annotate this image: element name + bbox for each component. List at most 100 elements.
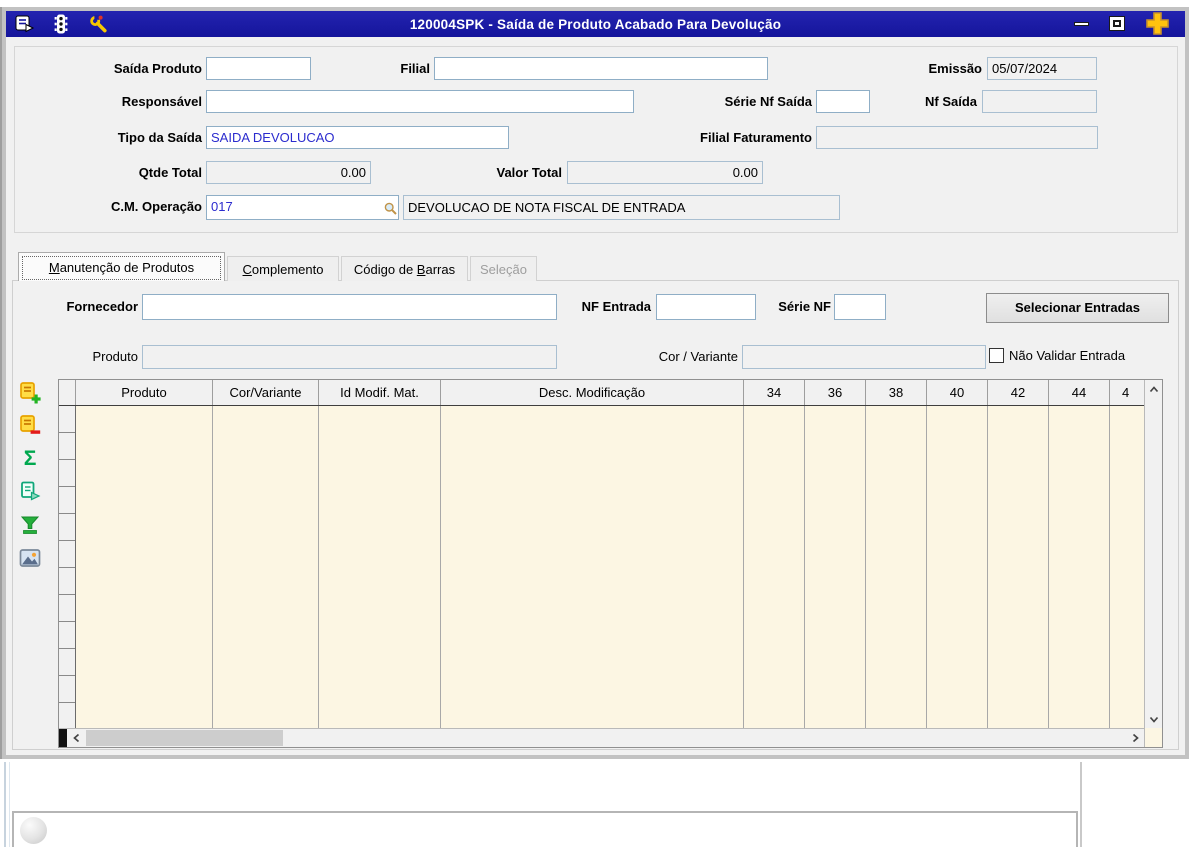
serie-nf-input[interactable]: [834, 294, 886, 320]
valor-total-field: 0.00: [567, 161, 763, 184]
screen: { "window": { "title": "120004SPK - Saíd…: [0, 0, 1199, 847]
row-selector-cell: [59, 460, 75, 487]
tipo-saida-label: Tipo da Saída: [32, 126, 202, 150]
saida-produto-label: Saída Produto: [32, 57, 202, 81]
copy-run-icon[interactable]: [17, 480, 43, 504]
scroll-left-arrow[interactable]: [68, 729, 85, 747]
tab-selecao: Seleção: [470, 256, 537, 281]
responsavel-input[interactable]: [206, 90, 634, 113]
grid-column-separator: [865, 406, 866, 728]
cor-variante-field: [742, 345, 986, 369]
nf-saida-field: [982, 90, 1097, 113]
scrollbar-corner: [1144, 728, 1162, 747]
row-selector-cell: [59, 568, 75, 595]
tab-strip: Manutenção de ProdutosComplementoCódigo …: [18, 252, 539, 281]
maximize-button[interactable]: [1109, 16, 1125, 31]
grid-header: ProdutoCor/VarianteId Modif. Mat.Desc. M…: [59, 380, 1145, 406]
fornecedor-input[interactable]: [142, 294, 557, 320]
grid-column-separator: [926, 406, 927, 728]
background-message-panel: [11, 764, 1080, 808]
saida-produto-input[interactable]: [206, 57, 311, 80]
tab-complemento[interactable]: Complemento: [227, 256, 339, 281]
column-header-40[interactable]: 40: [927, 380, 988, 405]
background-window-border: [4, 762, 6, 847]
grid-column-separator: [1048, 406, 1049, 728]
column-header-cor-variante[interactable]: Cor/Variante: [213, 380, 319, 405]
wrench-icon[interactable]: [88, 14, 110, 34]
cor-variante-label: Cor / Variante: [638, 345, 738, 369]
products-grid: ProdutoCor/VarianteId Modif. Mat.Desc. M…: [58, 379, 1163, 748]
scroll-down-arrow[interactable]: [1145, 710, 1162, 727]
cm-operacao-description-field: DEVOLUCAO DE NOTA FISCAL DE ENTRADA: [403, 195, 840, 220]
grid-column-separator: [212, 406, 213, 728]
nf-entrada-label: NF Entrada: [551, 294, 651, 320]
grid-column-separator: [804, 406, 805, 728]
fornecedor-label: Fornecedor: [13, 294, 138, 320]
grid-column-separator: [743, 406, 744, 728]
grid-column-separator: [440, 406, 441, 728]
valor-total-label: Valor Total: [462, 161, 562, 185]
maximize-icon: [1113, 20, 1121, 27]
horizontal-scrollbar[interactable]: [59, 728, 1145, 747]
add-row-icon[interactable]: [17, 381, 43, 405]
tab-label: Seleção: [480, 262, 527, 277]
cm-operacao-lookup-icon[interactable]: [384, 200, 397, 220]
column-header-partial[interactable]: 4: [1110, 380, 1146, 405]
scroll-right-arrow[interactable]: [1126, 729, 1143, 747]
horizontal-scroll-thumb[interactable]: [86, 730, 283, 746]
grid-column-separator: [987, 406, 988, 728]
filial-combobox[interactable]: [434, 57, 768, 80]
row-selector-cell: [59, 703, 75, 728]
column-header-44[interactable]: 44: [1049, 380, 1110, 405]
app-window: 120004SPK - Saída de Produto Acabado Par…: [2, 7, 1189, 759]
background-panel-divider: [1080, 762, 1082, 847]
grid-splitter-handle[interactable]: [59, 729, 67, 747]
produto-field: [142, 345, 557, 369]
filter-funnel-icon[interactable]: [17, 513, 43, 537]
column-header-36[interactable]: 36: [805, 380, 866, 405]
row-selector-cell: [59, 487, 75, 514]
serie-nf-label: Série NF: [731, 294, 831, 320]
cm-operacao-label: C.M. Operação: [32, 195, 202, 219]
column-header-produto[interactable]: Produto: [76, 380, 213, 405]
serie-nf-saida-input[interactable]: [816, 90, 870, 113]
column-header-42[interactable]: 42: [988, 380, 1049, 405]
row-selector-cell: [59, 433, 75, 460]
scroll-up-arrow[interactable]: [1145, 381, 1162, 398]
plus-button[interactable]: [1143, 11, 1173, 40]
row-selector-cell: [59, 541, 75, 568]
vertical-scrollbar[interactable]: [1144, 380, 1162, 728]
traffic-light-icon[interactable]: [50, 14, 72, 34]
column-header-id-modif-mat[interactable]: Id Modif. Mat.: [319, 380, 441, 405]
filial-label: Filial: [330, 57, 430, 81]
responsavel-label: Responsável: [32, 90, 202, 114]
titlebar[interactable]: 120004SPK - Saída de Produto Acabado Par…: [6, 11, 1185, 37]
remove-row-icon[interactable]: [17, 414, 43, 438]
cm-operacao-value: 017: [211, 199, 233, 214]
form-arrow-icon[interactable]: [14, 14, 36, 34]
cm-operacao-input[interactable]: 017: [206, 195, 399, 220]
grid-side-toolbar: Σ: [17, 381, 53, 570]
status-led-sphere: [20, 817, 47, 844]
tipo-saida-combobox[interactable]: SAIDA DEVOLUCAO: [206, 126, 509, 149]
filial-faturamento-label: Filial Faturamento: [662, 126, 812, 150]
nao-validar-entrada-label: Não Validar Entrada: [1009, 348, 1125, 364]
background-status-panel: [12, 811, 1078, 847]
sum-icon[interactable]: Σ: [17, 447, 43, 471]
grid-body[interactable]: [59, 406, 1145, 728]
tab-manutencao-de-produtos[interactable]: Manutenção de Produtos: [18, 252, 225, 281]
grid-column-separator: [1109, 406, 1110, 728]
background-window-border-inner: [9, 762, 10, 847]
tab-codigo-de-barras[interactable]: Código de Barras: [341, 256, 468, 281]
produto-label: Produto: [13, 345, 138, 369]
grid-corner-cell: [59, 380, 76, 405]
column-header-38[interactable]: 38: [866, 380, 927, 405]
column-header-desc-modificacao[interactable]: Desc. Modificação: [441, 380, 744, 405]
minimize-button[interactable]: [1074, 22, 1089, 26]
tab-panel-manutencao: Fornecedor NF Entrada Série NF Seleciona…: [12, 280, 1179, 750]
column-header-34[interactable]: 34: [744, 380, 805, 405]
selecionar-entradas-button[interactable]: Selecionar Entradas: [986, 293, 1169, 323]
image-icon[interactable]: [17, 546, 43, 570]
qtde-total-label: Qtde Total: [32, 161, 202, 185]
nao-validar-entrada-checkbox[interactable]: [989, 348, 1004, 363]
